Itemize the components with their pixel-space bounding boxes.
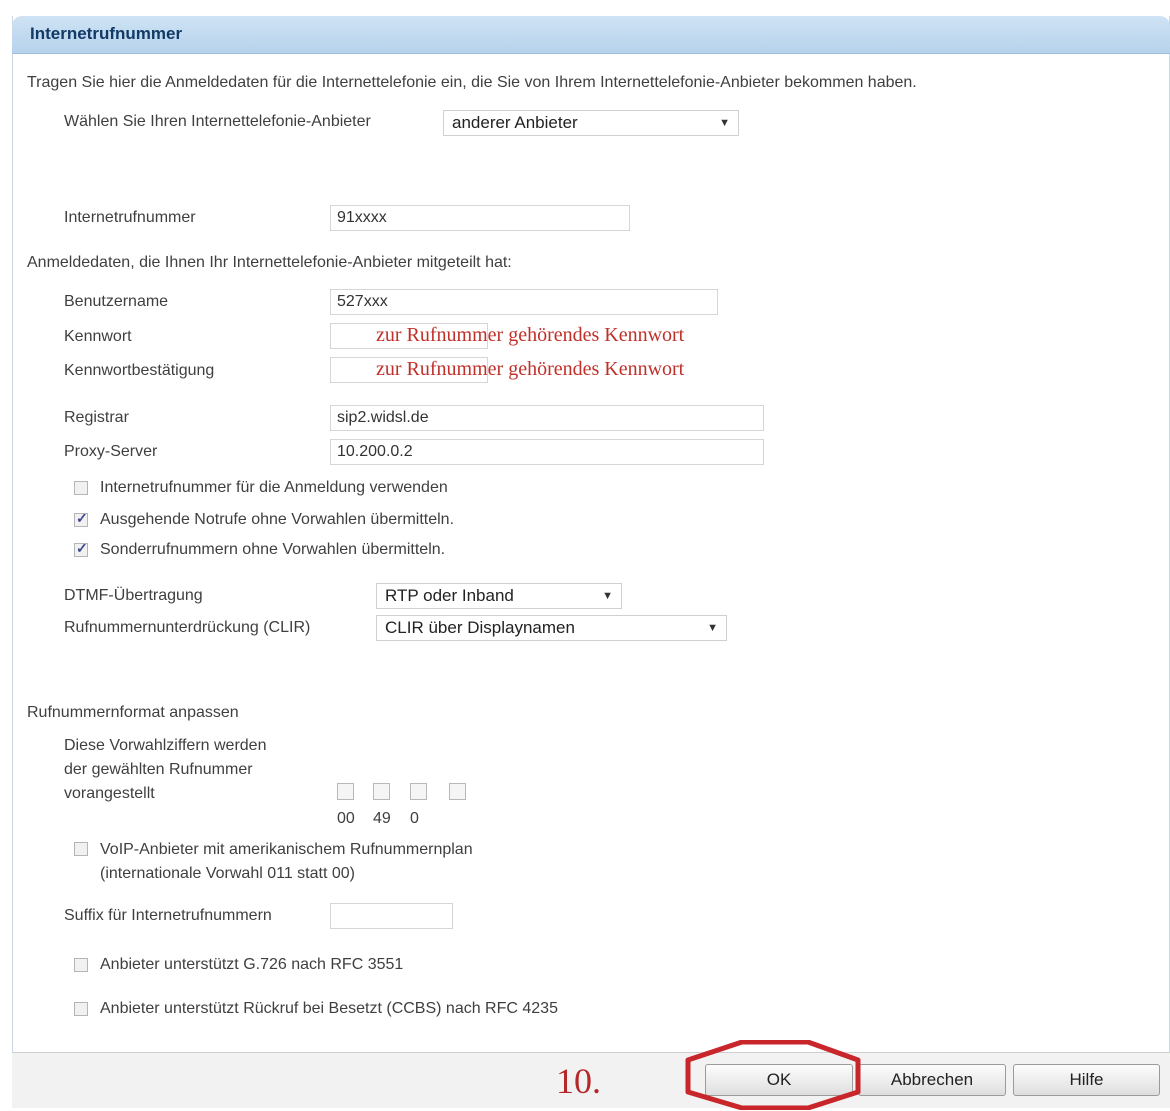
prefix-digit-checkbox-1[interactable] xyxy=(337,783,354,800)
highlight-hexagon xyxy=(685,1040,861,1110)
prefix-digit-value-1: 00 xyxy=(337,810,355,827)
chevron-down-icon: ▼ xyxy=(602,590,613,602)
panel-header: Internetrufnummer xyxy=(12,16,1170,54)
dtmf-select[interactable]: RTP oder Inband ▼ xyxy=(376,583,622,609)
chevron-down-icon: ▼ xyxy=(719,117,730,129)
password-annotation: zur Rufnummer gehörendes Kennwort xyxy=(376,324,685,346)
provider-select[interactable]: anderer Anbieter ▼ xyxy=(443,110,739,136)
prefix-digit-value-2: 49 xyxy=(373,810,391,827)
username-label: Benutzername xyxy=(64,293,169,310)
credentials-heading: Anmeldedaten, die Ihnen Ihr Internettele… xyxy=(27,254,512,271)
clir-value: CLIR über Displaynamen xyxy=(385,618,575,637)
prefix-label-line-1: Diese Vorwahlziffern werden xyxy=(64,737,267,754)
prefix-digit-value-3: 0 xyxy=(410,810,419,827)
suffix-input[interactable] xyxy=(330,903,453,929)
ccbs-label: Anbieter unterstützt Rückruf bei Besetzt… xyxy=(100,1000,558,1017)
dtmf-label: DTMF-Übertragung xyxy=(64,587,203,604)
number-label: Internetrufnummer xyxy=(64,209,196,226)
emergency-checkbox[interactable] xyxy=(74,510,88,527)
help-button[interactable]: Hilfe xyxy=(1013,1064,1160,1096)
registrar-label: Registrar xyxy=(64,409,129,426)
intro-text: Tragen Sie hier die Anmeldedaten für die… xyxy=(27,74,917,91)
prefix-digit-checkbox-3[interactable] xyxy=(410,783,427,800)
password-confirm-label: Kennwortbestätigung xyxy=(64,362,215,379)
step-annotation: 10. xyxy=(556,1061,601,1101)
registrar-input[interactable]: sip2.widsl.de xyxy=(330,405,764,431)
proxy-label: Proxy-Server xyxy=(64,443,158,460)
dtmf-value: RTP oder Inband xyxy=(385,586,514,605)
provider-label: Wählen Sie Ihren Internettelefonie-Anbie… xyxy=(64,113,371,130)
special-numbers-checkbox[interactable] xyxy=(74,540,88,557)
prefix-label-line-3: vorangestellt xyxy=(64,785,155,802)
use-number-checkbox[interactable] xyxy=(74,481,88,495)
use-number-label: Internetrufnummer für die Anmeldung verw… xyxy=(100,479,448,496)
voip-us-checkbox[interactable] xyxy=(74,842,88,856)
prefix-digit-checkbox-2[interactable] xyxy=(373,783,390,800)
voip-us-label-line-2: (internationale Vorwahl 011 statt 00) xyxy=(100,865,355,882)
special-numbers-label: Sonderrufnummern ohne Vorwahlen übermitt… xyxy=(100,541,446,558)
g726-label: Anbieter unterstützt G.726 nach RFC 3551 xyxy=(100,956,404,973)
prefix-digit-checkbox-4[interactable] xyxy=(449,783,466,800)
password-label: Kennwort xyxy=(64,328,132,345)
format-heading: Rufnummernformat anpassen xyxy=(27,704,239,721)
prefix-label-line-2: der gewählten Rufnummer xyxy=(64,761,253,778)
g726-checkbox[interactable] xyxy=(74,958,88,972)
clir-select[interactable]: CLIR über Displaynamen ▼ xyxy=(376,615,727,641)
password-confirm-annotation: zur Rufnummer gehörendes Kennwort xyxy=(376,358,685,380)
settings-panel xyxy=(12,16,1170,1108)
number-input[interactable]: 91xxxx xyxy=(330,205,630,231)
username-input[interactable]: 527xxx xyxy=(330,289,718,315)
cancel-button[interactable]: Abbrechen xyxy=(858,1064,1006,1096)
proxy-input[interactable]: 10.200.0.2 xyxy=(330,439,764,465)
suffix-label: Suffix für Internetrufnummern xyxy=(64,907,272,924)
chevron-down-icon: ▼ xyxy=(707,622,718,634)
page-title: Internetrufnummer xyxy=(30,24,183,43)
provider-value: anderer Anbieter xyxy=(452,113,578,132)
voip-us-label-line-1: VoIP-Anbieter mit amerikanischem Rufnumm… xyxy=(100,841,473,858)
clir-label: Rufnummernunterdrückung (CLIR) xyxy=(64,619,311,636)
ccbs-checkbox[interactable] xyxy=(74,1002,88,1016)
emergency-label: Ausgehende Notrufe ohne Vorwahlen übermi… xyxy=(100,511,455,528)
